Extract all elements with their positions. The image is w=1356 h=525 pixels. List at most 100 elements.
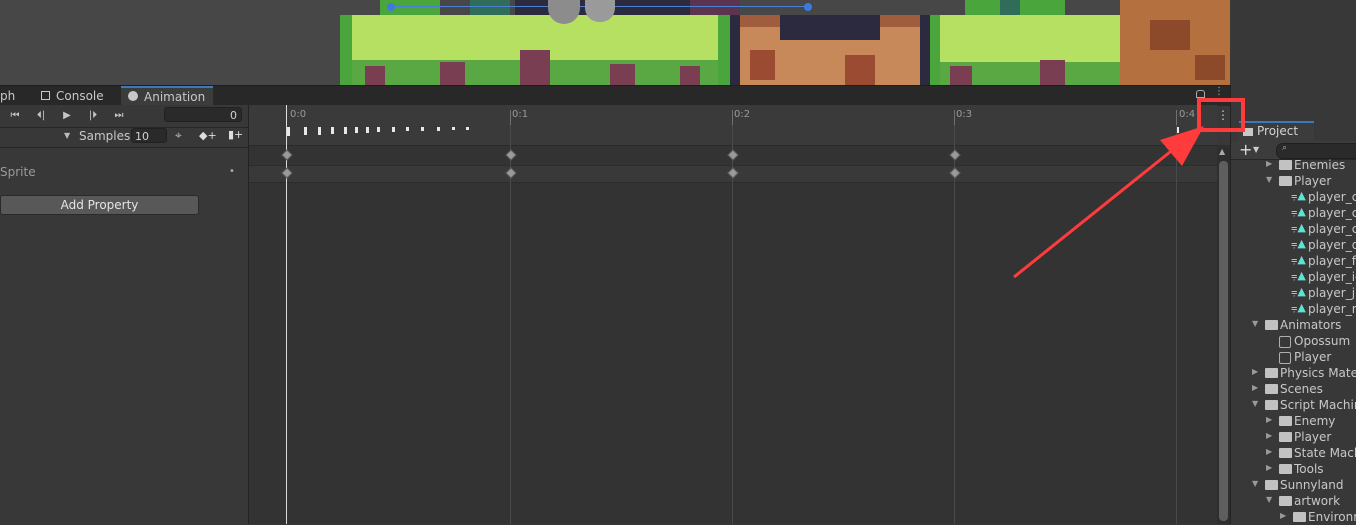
folder-icon [1265, 384, 1278, 394]
tree-item[interactable]: Scenes [1280, 381, 1323, 397]
folder-icon [1279, 448, 1292, 458]
collapse-arrow-icon[interactable]: ▼ [1252, 479, 1258, 488]
next-keyframe-button[interactable]: |⏵ [82, 107, 104, 125]
open-folder-icon [1279, 496, 1292, 506]
folder-icon [1279, 432, 1292, 442]
tree-item[interactable]: Player [1294, 173, 1331, 189]
previous-keyframe-button[interactable]: ⏴| [30, 107, 52, 125]
expand-arrow-icon[interactable]: ▶ [1266, 159, 1272, 168]
lock-icon[interactable] [1196, 90, 1205, 98]
event-marker[interactable] [355, 127, 358, 133]
property-row-sprite[interactable]: Sprite [0, 165, 36, 179]
time-label: 0:1 [512, 109, 529, 120]
event-marker[interactable] [287, 127, 290, 136]
tree-item[interactable]: State Mach [1294, 445, 1356, 461]
time-label: 0:0 [290, 109, 307, 120]
expand-arrow-icon[interactable]: ▶ [1280, 511, 1286, 520]
folder-icon [1265, 368, 1278, 378]
tab-console[interactable]: Console [34, 86, 114, 106]
animation-controls-panel: ⏮ ⏴| ▶ |⏵ ⏭ 0 ▼ Samples 10 ⌖ ◆+ ▮+ Sprit… [0, 105, 249, 524]
collapse-arrow-icon[interactable]: ▼ [1266, 175, 1272, 184]
clip-dropdown-arrow-icon[interactable]: ▼ [64, 131, 70, 140]
tree-item[interactable]: player_id [1308, 269, 1356, 285]
tree-item[interactable]: Tools [1294, 461, 1324, 477]
tree-item[interactable]: Animators [1280, 317, 1341, 333]
event-marker[interactable] [304, 127, 307, 135]
event-marker[interactable] [318, 127, 321, 135]
scene-view[interactable] [0, 0, 1230, 85]
tree-item[interactable]: Enemy [1294, 413, 1335, 429]
tree-item[interactable]: player_fa [1308, 253, 1356, 269]
animation-clip-icon: ⩦▲ [1291, 205, 1306, 218]
tree-item[interactable]: Opossum [1294, 333, 1350, 349]
event-marker[interactable] [437, 127, 440, 131]
animator-controller-icon [1279, 336, 1291, 348]
tree-item[interactable]: player_c [1308, 189, 1356, 205]
collapse-arrow-icon[interactable]: ▼ [1266, 495, 1272, 504]
expand-arrow-icon[interactable]: ▶ [1266, 463, 1272, 472]
expand-arrow-icon[interactable]: ▶ [1252, 383, 1258, 392]
tree-item[interactable]: player_ju [1308, 285, 1356, 301]
animation-clip-icon: ⩦▲ [1291, 189, 1306, 202]
tree-item[interactable]: artwork [1294, 493, 1340, 509]
tree-item[interactable]: Environm [1308, 509, 1356, 525]
samples-field[interactable]: 10 [131, 128, 167, 143]
open-folder-icon [1265, 480, 1278, 490]
animation-clip-icon: ⩦▲ [1291, 221, 1306, 234]
event-marker[interactable] [406, 127, 409, 131]
annotation-arrow [1013, 126, 1204, 279]
handle-right[interactable] [804, 3, 812, 11]
time-label: 0:4 [1179, 109, 1196, 120]
event-marker[interactable] [344, 127, 347, 134]
folder-icon [1293, 512, 1306, 522]
add-property-button[interactable]: Add Property [0, 195, 199, 215]
tree-item[interactable]: Sunnyland [1280, 477, 1343, 493]
event-marker[interactable] [331, 127, 334, 134]
collapse-arrow-icon[interactable]: ▼ [1252, 399, 1258, 408]
expand-arrow-icon[interactable]: ▶ [1266, 447, 1272, 456]
expand-arrow-icon[interactable]: ▶ [1252, 367, 1258, 376]
scrollbar-thumb[interactable] [1219, 161, 1228, 521]
crosshair-icon[interactable]: ⌖ [175, 128, 182, 143]
tree-item[interactable]: player_c [1308, 221, 1356, 237]
handle-left[interactable] [387, 3, 395, 11]
tree-item[interactable]: Enemies [1294, 157, 1345, 173]
search-icon: ⌕ [1282, 143, 1288, 153]
tree-item[interactable]: Player [1294, 429, 1331, 445]
tree-item[interactable]: player_ru [1308, 301, 1356, 317]
tree-item[interactable]: player_c [1308, 205, 1356, 221]
tab-animation[interactable]: Animation [121, 86, 213, 106]
menu-dots-icon[interactable]: ⋮ [1214, 86, 1224, 97]
event-marker[interactable] [392, 127, 395, 132]
project-tab[interactable]: Project [1239, 121, 1314, 141]
first-keyframe-button[interactable]: ⏮ [4, 107, 26, 125]
tree-item[interactable]: player_d [1308, 237, 1356, 253]
event-marker[interactable] [466, 127, 469, 130]
event-marker[interactable] [366, 127, 369, 133]
tab-graph[interactable]: ph [0, 86, 30, 106]
tree-item[interactable]: Player [1294, 349, 1331, 365]
event-marker[interactable] [421, 127, 424, 131]
play-button[interactable]: ▶ [56, 107, 78, 125]
open-folder-icon [1265, 400, 1278, 410]
scroll-up-icon[interactable]: ▲ [1219, 147, 1225, 156]
options-menu-icon[interactable]: ⋮ [1217, 108, 1229, 122]
event-marker[interactable] [452, 127, 455, 130]
tree-item[interactable]: Physics Mate [1280, 365, 1356, 381]
collapse-arrow-icon[interactable]: ▼ [1252, 319, 1258, 328]
create-dropdown-icon[interactable]: ▼ [1253, 145, 1259, 154]
last-keyframe-button[interactable]: ⏭ [108, 107, 130, 125]
event-marker[interactable] [377, 127, 380, 132]
expand-arrow-icon[interactable]: ▶ [1266, 431, 1272, 440]
tree-item[interactable]: Script Machin [1280, 397, 1356, 413]
property-options-icon[interactable]: • [229, 166, 235, 177]
time-label: 0:3 [956, 109, 973, 120]
create-plus-icon[interactable]: + [1239, 140, 1252, 159]
timeline-scrollbar[interactable]: ▲ [1217, 145, 1230, 524]
expand-arrow-icon[interactable]: ▶ [1266, 415, 1272, 424]
add-event-icon[interactable]: ▮+ [228, 128, 243, 141]
console-icon [41, 91, 50, 100]
add-keyframe-icon[interactable]: ◆+ [199, 129, 217, 142]
open-folder-icon [1279, 176, 1292, 186]
frame-field[interactable]: 0 [164, 107, 242, 122]
